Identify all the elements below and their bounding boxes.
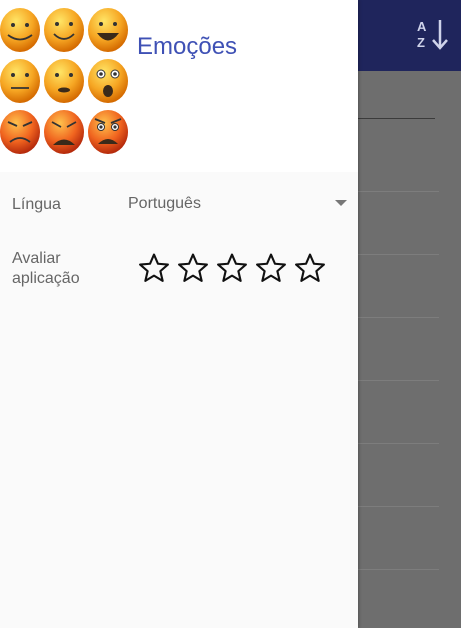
svg-text:A: A	[417, 19, 427, 34]
dropdown-arrow-icon[interactable]	[335, 200, 347, 206]
sort-az-icon: A Z	[417, 19, 448, 50]
list-divider	[358, 317, 439, 318]
star-outline-icon[interactable]	[137, 251, 171, 285]
list-divider	[358, 118, 435, 119]
list-divider	[358, 380, 439, 381]
list-divider	[358, 254, 439, 255]
star-outline-icon[interactable]	[215, 251, 249, 285]
svg-text:Z: Z	[417, 35, 425, 50]
navigation-drawer: Emoções Língua Português Avaliar aplicaç…	[0, 0, 358, 628]
star-outline-icon[interactable]	[176, 251, 210, 285]
drawer-header: Emoções	[0, 0, 358, 172]
star-outline-icon[interactable]	[293, 251, 327, 285]
emotions-logo	[0, 8, 128, 154]
rate-app-label-line2: aplicação	[12, 270, 80, 287]
language-select[interactable]: Português	[128, 195, 201, 213]
star-outline-icon[interactable]	[254, 251, 288, 285]
list-divider	[358, 569, 439, 570]
rating-stars[interactable]	[137, 251, 327, 285]
face-happy-icon	[0, 8, 40, 52]
sort-az-button[interactable]: A Z	[413, 12, 451, 56]
list-divider	[358, 506, 439, 507]
language-label: Língua	[12, 196, 61, 213]
rate-app-label-line1: Avaliar	[12, 250, 61, 267]
list-divider	[358, 191, 439, 192]
list-divider	[358, 443, 439, 444]
app-title: Emoções	[137, 33, 238, 60]
